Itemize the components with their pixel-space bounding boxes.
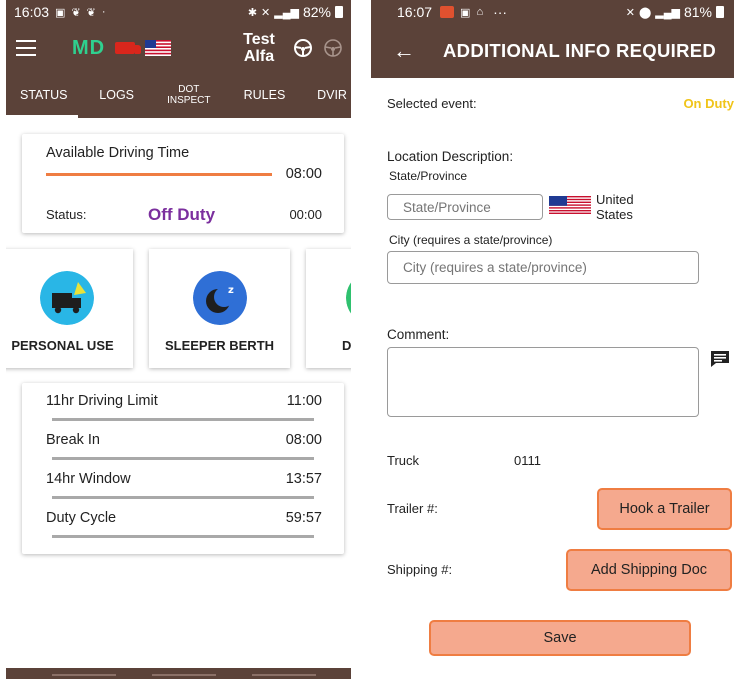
limit-name: Duty Cycle (46, 510, 117, 526)
circle-icon (346, 282, 351, 314)
personal-use-card[interactable]: PERSONAL USE (6, 249, 133, 368)
status-label: Status: (46, 207, 87, 222)
status-bar: 16:03 ▣ ❦ ❦ · ✱ ✕ ▂▄▆ 82% (6, 0, 351, 24)
driving-time-title: Available Driving Time (46, 145, 190, 161)
steering-wheel-icon[interactable] (293, 38, 313, 58)
location-icon: ⬤ (638, 6, 652, 19)
limit-row: Break In 08:00 (46, 432, 322, 448)
us-flag-icon[interactable] (549, 196, 591, 214)
limit-name: 14hr Window (46, 471, 131, 487)
limit-row: 11hr Driving Limit 11:00 (46, 393, 322, 409)
shipping-label: Shipping #: (387, 562, 453, 577)
truck-icon (40, 271, 94, 325)
message-icon[interactable] (710, 350, 730, 368)
gallery-icon: ▣ (55, 6, 66, 19)
nav-handle[interactable] (52, 674, 116, 676)
limit-row: 14hr Window 13:57 (46, 471, 322, 487)
tab-dot-inspect[interactable]: DOT INSPECT (166, 84, 212, 106)
gallery-icon: ▣ (460, 6, 471, 19)
app-bar: ← ADDITIONAL INFO REQUIRED (371, 24, 734, 78)
app-icon: ⌂ (476, 6, 484, 18)
md-label: MD (72, 36, 106, 59)
mute-icon: ✕ (625, 6, 635, 19)
country-label[interactable]: United States (596, 192, 656, 222)
city-label: City (requires a state/province) (389, 233, 553, 247)
state-input[interactable] (387, 194, 543, 220)
save-button[interactable]: Save (429, 620, 691, 656)
tab-dvir[interactable]: DVIR (317, 89, 347, 102)
battery-percent: 81% (683, 4, 712, 20)
hours-limits-card: 11hr Driving Limit 11:00 Break In 08:00 … (22, 383, 344, 554)
trailer-label: Trailer #: (387, 501, 438, 516)
comment-textarea[interactable] (387, 347, 699, 417)
limit-bar (52, 496, 314, 499)
page-title: ADDITIONAL INFO REQUIRED (443, 40, 717, 61)
available-driving-time-card: Available Driving Time 08:00 Status: Off… (22, 134, 344, 233)
duty-label: PERSONAL USE (11, 338, 114, 353)
bird-icon: ❦ (71, 6, 81, 19)
duty-label: D (342, 338, 351, 353)
us-flag-icon (145, 40, 172, 56)
city-input[interactable] (387, 251, 699, 284)
mute-icon: ✕ (261, 6, 271, 19)
limit-bar (52, 418, 314, 421)
selected-event-label: Selected event: (387, 96, 477, 111)
menu-icon[interactable] (16, 40, 36, 56)
limit-bar (52, 457, 314, 460)
driving-time-remaining: 08:00 (285, 166, 322, 182)
truck-icon (115, 42, 142, 54)
status-bar: 16:07 ▣ ⌂ ··· ✕ ⬤ ▂▄▆ 81% (371, 0, 734, 24)
more-notifications-icon: ··· (493, 4, 508, 20)
limit-value: 59:57 (285, 510, 322, 526)
left-screen: 16:03 ▣ ❦ ❦ · ✱ ✕ ▂▄▆ 82% MD Test Alfa S… (6, 0, 351, 679)
nav-handle[interactable] (252, 674, 316, 676)
svg-text:z: z (228, 285, 234, 296)
selected-event-value: On Duty (683, 96, 734, 111)
user-name: Test Alfa (243, 31, 275, 65)
sleeper-berth-card[interactable]: z SLEEPER BERTH (149, 249, 290, 368)
limit-name: 11hr Driving Limit (46, 393, 158, 409)
bluetooth-icon: ✱ (247, 6, 258, 19)
driving-time-bar (46, 173, 272, 176)
nav-bar (6, 668, 351, 679)
limit-value: 13:57 (285, 471, 322, 487)
tab-status[interactable]: STATUS (20, 89, 67, 102)
driving-card[interactable]: D (306, 249, 351, 368)
right-screen: 16:07 ▣ ⌂ ··· ✕ ⬤ ▂▄▆ 81% ← ADDITIONAL I… (371, 0, 734, 679)
truck-label: Truck (387, 453, 420, 468)
tab-rules[interactable]: RULES (244, 89, 286, 102)
truck-number: 0111 (514, 453, 541, 468)
status-time-value: 00:00 (289, 207, 322, 222)
battery-icon (716, 6, 724, 18)
battery-icon (335, 6, 343, 18)
status-time: 16:03 (14, 4, 50, 20)
nav-handle[interactable] (152, 674, 216, 676)
steering-wheel-icon[interactable] (323, 38, 343, 58)
notification-icon (440, 6, 455, 18)
dot-icon: · (101, 6, 106, 18)
location-description-label: Location Description: (387, 149, 514, 164)
moon-icon: z (193, 271, 247, 325)
limit-bar (52, 535, 314, 538)
back-arrow-icon[interactable]: ← (393, 38, 415, 64)
status-value: Off Duty (148, 205, 216, 224)
active-tab-indicator (6, 115, 78, 118)
battery-percent: 82% (302, 4, 331, 20)
hook-trailer-button[interactable]: Hook a Trailer (597, 488, 732, 530)
duty-label: SLEEPER BERTH (164, 338, 275, 353)
bird-icon: ❦ (86, 6, 96, 19)
signal-icon: ▂▄▆ (655, 6, 680, 19)
add-shipping-doc-button[interactable]: Add Shipping Doc (566, 549, 732, 591)
app-bar: MD Test Alfa (6, 24, 351, 72)
state-label: State/Province (389, 169, 468, 183)
limit-value: 08:00 (285, 432, 322, 448)
comment-label: Comment: (387, 327, 450, 342)
status-time: 16:07 (397, 4, 433, 20)
tab-bar: STATUS LOGS DOT INSPECT RULES DVIR (6, 72, 351, 118)
tab-logs[interactable]: LOGS (99, 89, 134, 102)
signal-icon: ▂▄▆ (274, 6, 299, 19)
limit-name: Break In (46, 432, 100, 448)
limit-value: 11:00 (286, 393, 322, 409)
limit-row: Duty Cycle 59:57 (46, 510, 322, 526)
